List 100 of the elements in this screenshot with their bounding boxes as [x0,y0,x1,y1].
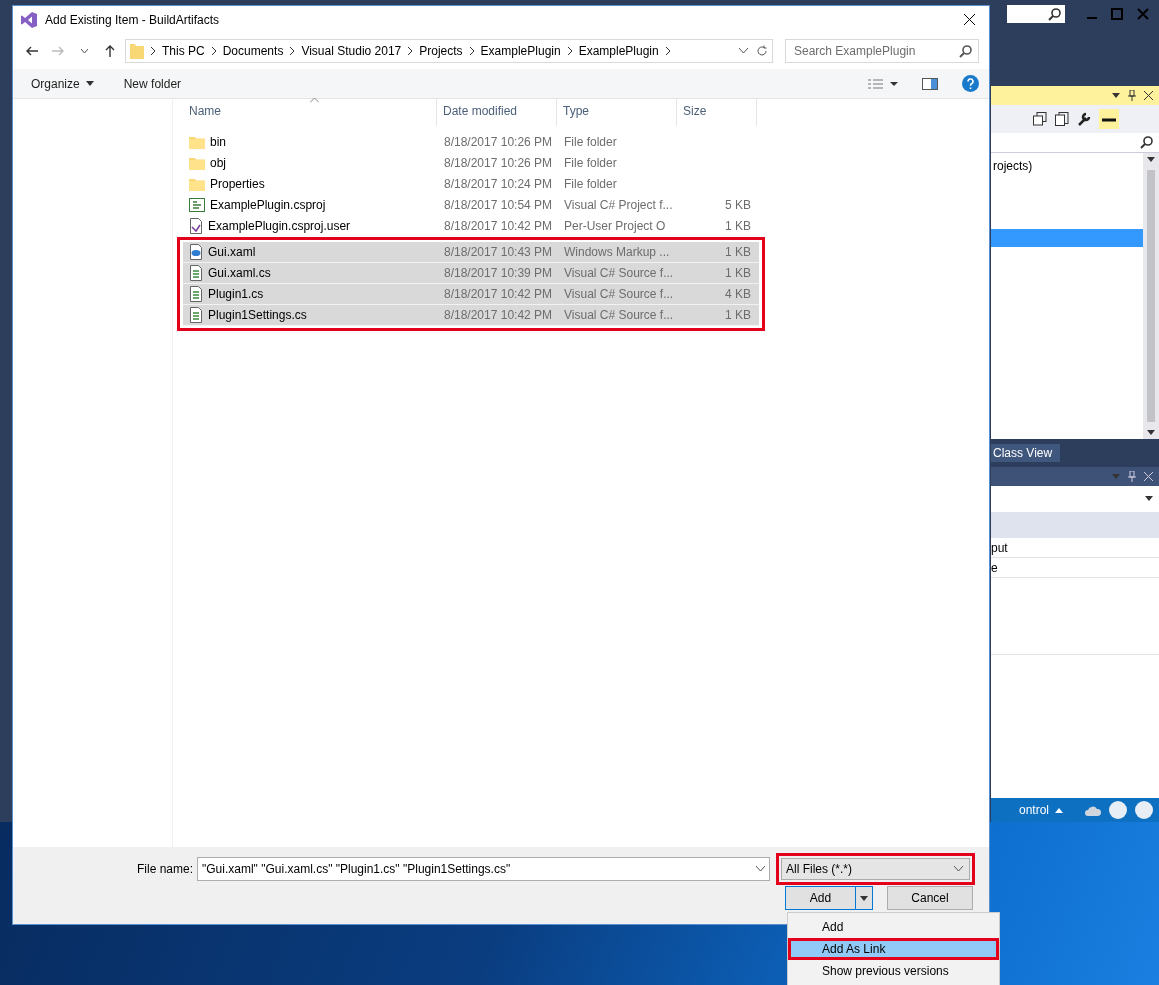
file-name: bin [210,135,226,149]
column-header[interactable]: Name [183,99,437,126]
document-icon [189,265,203,281]
file-name-label: File name: [135,862,194,876]
file-type: Visual C# Project f... [563,198,674,212]
file-type: Visual C# Source f... [563,287,675,301]
windows-icon[interactable] [1033,112,1047,126]
help-icon[interactable] [962,75,979,92]
search-field[interactable] [1007,5,1065,23]
breadcrumb-item[interactable]: This PC [162,44,205,58]
status-circle-icon[interactable] [1109,801,1127,819]
caret-down-icon [1112,474,1120,479]
date-modified: 8/18/2017 10:42 PM [443,308,554,322]
pin-toggle-button[interactable] [1099,109,1119,129]
menu-item[interactable]: Show previous versions [788,960,999,982]
menu-item[interactable]: Add As Link [788,938,999,960]
wrench-icon[interactable] [1077,112,1091,126]
copy-icon[interactable] [1055,112,1069,126]
file-type: File folder [563,135,618,149]
file-name: Properties [210,177,265,191]
column-header[interactable]: Size [677,99,757,126]
property-row[interactable]: put [991,538,1159,558]
file-name: Plugin1Settings.cs [208,308,307,322]
view-options-icon[interactable] [868,78,898,89]
status-text[interactable]: ontrol [1018,803,1049,817]
file-name-field[interactable]: "Gui.xaml" "Gui.xaml.cs" "Plugin1.cs" "Plugin1Settings.cs" [197,857,770,881]
sort-caret-icon [310,97,319,103]
date-modified: 8/18/2017 10:26 PM [443,156,554,170]
folder-icon [189,135,205,149]
file-type: Visual C# Source f... [563,266,675,280]
close-icon [963,14,975,25]
file-row[interactable]: Plugin1Settings.cs 8/18/2017 10:42 PM Visual C# Source f... 1 KB [183,305,759,326]
file-size: 1 KB [724,219,751,233]
document-icon [189,307,203,323]
cloud-icon[interactable] [1085,804,1101,816]
file-row[interactable]: obj 8/18/2017 10:26 PM File folder [183,153,759,174]
file-row[interactable]: Gui.xaml 8/18/2017 10:43 PM Windows Markup ... 1 KB [183,242,759,263]
cancel-button[interactable]: Cancel [887,886,973,910]
close-icon[interactable] [1144,91,1153,100]
scrollbar[interactable] [1143,153,1159,439]
breadcrumb-item[interactable]: Documents [222,44,284,58]
organize-menu[interactable]: Organize [31,76,94,91]
arrow-left-icon [26,46,38,56]
file-row[interactable]: Gui.xaml.cs 8/18/2017 10:39 PM Visual C# Source f... 1 KB [183,263,759,284]
document-icon [189,286,203,302]
add-options-button[interactable] [856,887,872,909]
file-size: 5 KB [724,198,751,212]
search-field[interactable]: Search ExamplePlugin [785,39,979,63]
file-name: Gui.xaml [208,245,256,259]
address-bar[interactable]: This PC Documents Visual Studio 2017 Projects ExamplePlugin ExamplePlugin [125,39,773,63]
file-name: ExamplePlugin.csproj.user [208,219,351,233]
property-row[interactable]: e [991,558,1159,578]
file-type: File folder [563,156,618,170]
column-header[interactable]: Type [557,99,677,126]
markup-file-icon [189,244,203,260]
search-field[interactable] [991,133,1159,153]
refresh-icon[interactable] [756,45,768,57]
breadcrumb-item[interactable]: Visual Studio 2017 [301,44,402,58]
date-modified: 8/18/2017 10:43 PM [443,245,554,259]
file-row[interactable]: bin 8/18/2017 10:26 PM File folder [183,132,759,153]
tree-item[interactable]: rojects) [991,159,1143,177]
folder-icon [189,177,205,191]
chevron-right-icon [150,47,156,55]
add-button[interactable]: Add [786,887,856,909]
chevron-down-icon [954,866,963,872]
arrow-right-icon [52,46,64,56]
preview-pane-icon[interactable] [922,77,938,90]
chevron-down-icon [756,866,765,872]
caret-down-icon [860,895,868,901]
file-type: File folder [563,177,618,191]
arrow-up-icon [105,45,115,57]
file-name: Plugin1.cs [208,287,264,301]
panel-tab[interactable]: Class View [991,444,1061,462]
pin-icon[interactable] [1128,90,1136,101]
breadcrumb-item[interactable]: ExamplePlugin [480,44,561,58]
date-modified: 8/18/2017 10:26 PM [443,135,554,149]
date-modified: 8/18/2017 10:39 PM [443,266,554,280]
file-row[interactable]: ExamplePlugin.csproj 8/18/2017 10:54 PM Visual C# Project f... 5 KB [183,195,759,216]
status-circle-icon[interactable] [1135,801,1153,819]
new-folder-button[interactable]: New folder [123,76,182,91]
file-row[interactable]: ExamplePlugin.csproj.user 8/18/2017 10:42 PM Per-User Project O 1 KB [183,216,759,237]
breadcrumb-item[interactable]: ExamplePlugin [578,44,659,58]
app-logo-icon [21,11,37,28]
caret-down-icon [1145,495,1153,501]
project-file-icon [189,198,205,212]
chevron-right-icon [210,47,217,55]
chevron-down-icon[interactable] [739,48,748,54]
file-row[interactable]: Plugin1.cs 8/18/2017 10:42 PM Visual C# Source f... 4 KB [183,284,759,305]
search-icon [1048,7,1061,21]
folder-icon [130,43,144,59]
menu-item[interactable]: Add [788,916,999,938]
caret-down-icon [85,81,94,86]
chevron-right-icon [468,47,475,55]
caret-up-icon[interactable] [1055,807,1063,813]
date-modified: 8/18/2017 10:42 PM [443,219,554,233]
column-header[interactable]: Date modified [437,99,557,126]
breadcrumb-item[interactable]: Projects [419,44,463,58]
file-type-dropdown[interactable]: All Files (*.*) [781,858,970,880]
file-row[interactable]: Properties 8/18/2017 10:24 PM File folder [183,174,759,195]
window-title: Add Existing Item - BuildArtifacts [45,12,221,27]
